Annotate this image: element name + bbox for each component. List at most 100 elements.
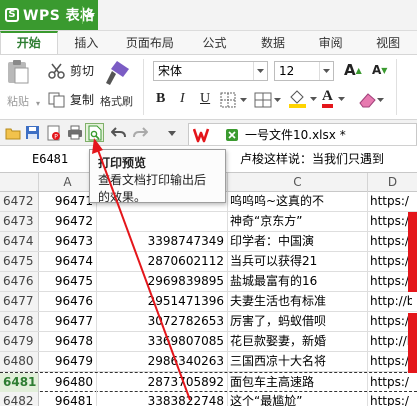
open-folder-icon[interactable] xyxy=(4,124,21,141)
cell-c[interactable]: 夫妻生活也有标准 xyxy=(228,292,368,311)
bold-button[interactable]: B xyxy=(156,91,165,107)
cell-d[interactable]: https:/ xyxy=(368,212,412,231)
cell-b[interactable]: 3383822748 xyxy=(97,392,228,406)
cell-a[interactable]: 96479 xyxy=(39,352,97,371)
cell-c[interactable]: 三国西凉十大名将 xyxy=(228,352,368,371)
print-icon[interactable] xyxy=(66,124,83,141)
row-header[interactable]: 6481 xyxy=(0,373,39,392)
cell-d[interactable]: https:/ xyxy=(368,272,412,291)
merge-button[interactable] xyxy=(254,91,282,109)
border-button[interactable] xyxy=(220,91,248,109)
column-header-d[interactable]: D xyxy=(368,173,417,192)
cell-b[interactable]: 2969839895 xyxy=(97,272,228,291)
row-header[interactable]: 6473 xyxy=(0,212,39,231)
font-size-select[interactable]: 12 xyxy=(274,61,334,81)
cell-d[interactable]: https:/ xyxy=(368,192,412,211)
cell-b[interactable]: 2870602112 xyxy=(97,252,228,271)
table-row[interactable]: 6477 96476 2951471396 夫妻生活也有标准 http://b xyxy=(0,292,417,312)
cell-c[interactable]: 当兵可以获得21 xyxy=(228,252,368,271)
tab-insert[interactable]: 插入 xyxy=(58,31,116,54)
cell-c[interactable]: 神奇“京东方” xyxy=(228,212,368,231)
row-header[interactable]: 6476 xyxy=(0,272,39,291)
cell-a[interactable]: 96481 xyxy=(39,392,97,406)
tab-home[interactable]: 开始 xyxy=(0,31,58,54)
font-name-select[interactable]: 宋体 xyxy=(153,61,268,81)
cell-a[interactable]: 96474 xyxy=(39,252,97,271)
row-header[interactable]: 6475 xyxy=(0,252,39,271)
copy-button[interactable]: 复制 xyxy=(48,91,94,108)
cell-c[interactable]: 盐城最富有的16 xyxy=(228,272,368,291)
wps-menu-button[interactable]: S WPS 表格 xyxy=(0,0,98,30)
cell-a[interactable]: 96472 xyxy=(39,212,97,231)
column-header-c[interactable]: C xyxy=(228,173,368,192)
cut-button[interactable]: 剪切 xyxy=(48,62,94,79)
cell-c[interactable]: 这个“最尴尬” xyxy=(228,392,368,406)
cell-b[interactable]: 2873705892 xyxy=(97,373,228,392)
format-painter-button[interactable]: 格式刷 xyxy=(100,59,133,109)
cell-a[interactable]: 96477 xyxy=(39,312,97,331)
redo-icon[interactable] xyxy=(132,124,149,141)
save-icon[interactable] xyxy=(24,124,41,141)
font-color-button[interactable]: A xyxy=(322,89,347,108)
row-header[interactable]: 6480 xyxy=(0,352,39,371)
row-header[interactable]: 6479 xyxy=(0,332,39,351)
shrink-font-button[interactable]: A ▼ xyxy=(372,63,387,77)
cell-c[interactable]: 印学者：中国演 xyxy=(228,232,368,251)
cell-a[interactable]: 96475 xyxy=(39,272,97,291)
cell-a[interactable]: 96478 xyxy=(39,332,97,351)
cell-d[interactable]: http://b xyxy=(368,292,412,311)
paste-dropdown-icon[interactable]: ▾ xyxy=(36,99,40,108)
cell-b[interactable] xyxy=(97,212,228,231)
cell-c[interactable]: 花巨款娶妻，新婚 xyxy=(228,332,368,351)
chevron-down-icon[interactable] xyxy=(319,62,333,80)
table-row[interactable]: 6476 96475 2969839895 盐城最富有的16 https:/ xyxy=(0,272,417,292)
row-header[interactable]: 6477 xyxy=(0,292,39,311)
clear-format-button[interactable] xyxy=(358,91,384,109)
table-row[interactable]: 6473 96472 神奇“京东方” https:/ xyxy=(0,212,417,232)
cell-a[interactable]: 96476 xyxy=(39,292,97,311)
cell-a[interactable]: 96480 xyxy=(39,373,97,392)
row-header[interactable]: 6474 xyxy=(0,232,39,251)
table-row[interactable]: 6480 96479 2986340263 三国西凉十大名将 https:/ xyxy=(0,352,417,372)
cell-c[interactable]: 呜呜呜~这真的不 xyxy=(228,192,368,211)
chevron-down-icon[interactable] xyxy=(82,6,98,24)
cell-b[interactable]: 3072782653 xyxy=(97,312,228,331)
table-row[interactable]: 6475 96474 2870602112 当兵可以获得21 https:/ xyxy=(0,252,417,272)
customize-toolbar-icon[interactable] xyxy=(163,124,180,141)
tab-review[interactable]: 审阅 xyxy=(302,31,360,54)
spreadsheet-grid[interactable]: A B C D 647296471呜呜呜~这真的不https:/64739647… xyxy=(0,173,417,406)
cell-d[interactable]: https:/ xyxy=(368,252,412,271)
tab-page-layout[interactable]: 页面布局 xyxy=(115,31,185,54)
cell-d[interactable]: http://b xyxy=(368,332,412,351)
row-header[interactable]: 6482 xyxy=(0,392,39,406)
cell-c[interactable]: 厉害了，蚂蚁借呗 xyxy=(228,312,368,331)
cell-b[interactable]: 3398747349 xyxy=(97,232,228,251)
tab-data[interactable]: 数据 xyxy=(244,31,302,54)
cell-d[interactable]: https:/ xyxy=(368,232,412,251)
cell-d[interactable]: https:/ xyxy=(368,392,412,406)
cell-d[interactable]: https:/ xyxy=(368,352,412,371)
table-row[interactable]: 6481 96480 2873705892 面包车主高速路 https:/ xyxy=(0,372,417,392)
row-header[interactable]: 6478 xyxy=(0,312,39,331)
cell-c[interactable]: 面包车主高速路 xyxy=(228,373,368,392)
undo-icon[interactable] xyxy=(110,124,127,141)
table-row[interactable]: 6482 96481 3383822748 这个“最尴尬” https:/ xyxy=(0,392,417,406)
select-all-corner[interactable] xyxy=(0,173,39,192)
cell-d[interactable]: https:/ xyxy=(368,312,412,331)
cell-b[interactable]: 2951471396 xyxy=(97,292,228,311)
cell-a[interactable]: 96473 xyxy=(39,232,97,251)
formula-input[interactable]: 卢梭这样说：当我们只遇到 xyxy=(240,148,384,170)
table-row[interactable]: 6478 96477 3072782653 厉害了，蚂蚁借呗 https:/ xyxy=(0,312,417,332)
chevron-down-icon[interactable] xyxy=(253,62,267,80)
print-preview-button[interactable] xyxy=(85,123,104,142)
name-box[interactable]: E6481 xyxy=(0,148,95,170)
grow-font-button[interactable]: A ▲ xyxy=(344,61,362,79)
fill-color-button[interactable] xyxy=(288,89,318,109)
cell-b[interactable]: 2986340263 xyxy=(97,352,228,371)
document-tab[interactable]: 一号文件10.xlsx * xyxy=(188,123,417,145)
paste-button[interactable]: 粘贴 xyxy=(6,59,30,109)
cell-b[interactable]: 3369807085 xyxy=(97,332,228,351)
underline-button[interactable]: U xyxy=(200,91,210,107)
italic-button[interactable]: I xyxy=(180,91,185,107)
export-pdf-icon[interactable]: P xyxy=(45,124,62,141)
